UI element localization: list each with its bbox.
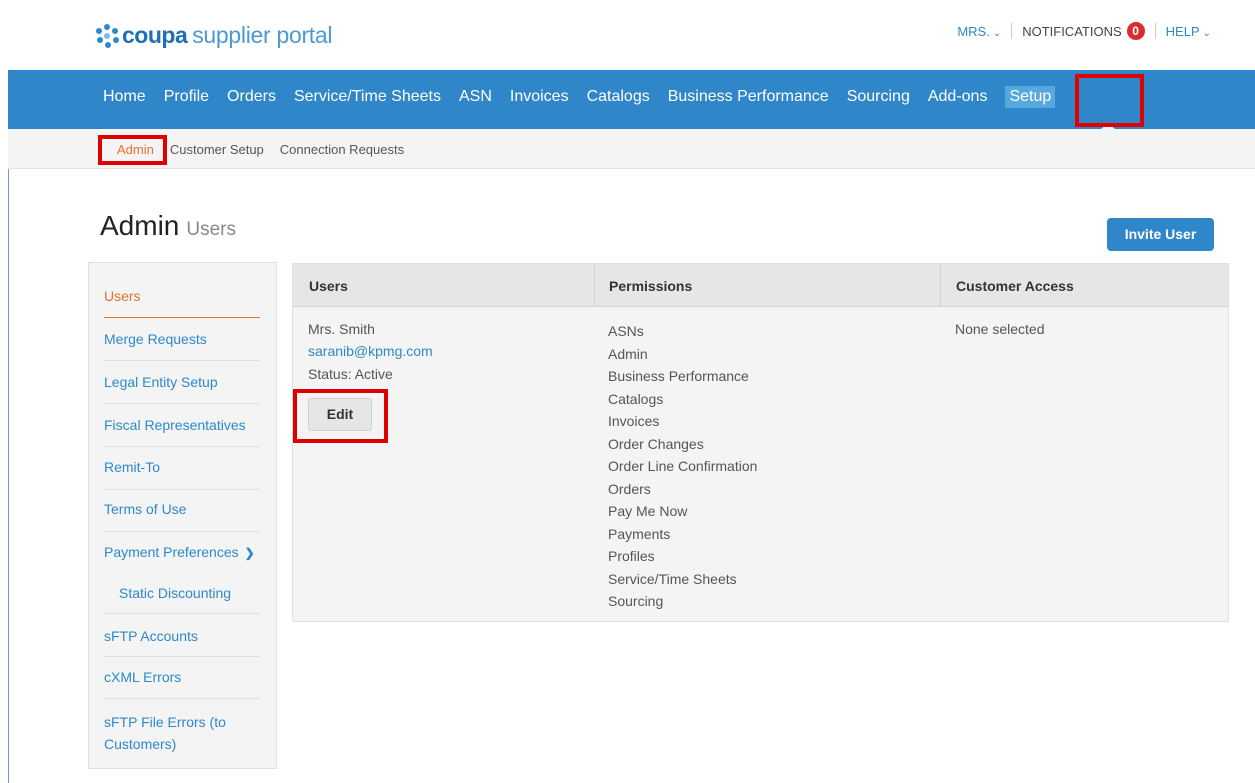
permission-item: Payments <box>608 525 671 542</box>
subnav-item-connection-requests[interactable]: Connection Requests <box>280 142 404 157</box>
page-title-main: Admin <box>100 210 180 241</box>
divider <box>1154 23 1156 39</box>
column-divider <box>594 264 595 307</box>
side-item-sftp-accounts[interactable]: sFTP Accounts <box>104 628 260 644</box>
help-menu[interactable]: HELP ⌄ <box>1166 24 1211 39</box>
side-item-payment-preferences-label: Payment Preferences <box>104 544 239 560</box>
permission-item: Business Performance <box>608 368 749 384</box>
customer-access-cell: None selected <box>955 321 1045 337</box>
permission-item: Invoices <box>608 413 660 429</box>
side-item-payment-preferences[interactable]: Payment Preferences ❯ <box>104 544 260 560</box>
side-item-legal-entity-setup[interactable]: Legal Entity Setup <box>104 374 260 390</box>
admin-highlight-box <box>98 135 167 165</box>
nav-item-asn[interactable]: ASN <box>459 88 492 108</box>
nav-item-invoices[interactable]: Invoices <box>510 88 569 108</box>
side-item-fiscal-representatives[interactable]: Fiscal Representatives <box>104 417 260 433</box>
brand-name: coupa <box>122 22 188 48</box>
nav-item-catalogs[interactable]: Catalogs <box>587 88 650 108</box>
divider <box>104 489 260 490</box>
nav-item-orders[interactable]: Orders <box>227 88 276 108</box>
coupa-logo[interactable]: coupa supplier portal <box>94 22 333 49</box>
divider <box>104 656 260 657</box>
permission-item: ASNs <box>608 323 644 339</box>
side-item-remit-to[interactable]: Remit-To <box>104 459 260 475</box>
side-item-merge-requests[interactable]: Merge Requests <box>104 331 260 347</box>
permission-item: Profiles <box>608 548 655 564</box>
divider <box>104 403 260 404</box>
users-table: Users Permissions Customer Access <box>292 263 1229 622</box>
edit-highlight-box <box>293 389 388 443</box>
divider <box>104 446 260 447</box>
nav-item-home[interactable]: Home <box>103 88 146 108</box>
top-bar: coupa supplier portal MRS. ⌄ NOTIFICATION… <box>8 0 1255 70</box>
side-item-sftp-file-errors[interactable]: sFTP File Errors (to Customers) <box>104 711 260 755</box>
side-item-static-discounting[interactable]: Static Discounting <box>119 585 275 601</box>
user-menu-label: MRS. <box>957 23 990 39</box>
invite-user-button[interactable]: Invite User <box>1107 218 1214 251</box>
page-title: Admin Users <box>100 210 236 242</box>
permission-item: Sourcing <box>608 593 664 609</box>
column-divider <box>940 264 941 307</box>
setup-highlight-box <box>1075 74 1144 127</box>
table-header: Users Permissions Customer Access <box>293 264 1228 307</box>
chevron-down-icon: ❯ <box>244 546 255 560</box>
side-item-users[interactable]: Users <box>104 288 260 304</box>
notifications-badge: 0 <box>1126 22 1145 40</box>
help-menu-label: HELP <box>1165 23 1200 39</box>
nav-item-sourcing[interactable]: Sourcing <box>847 88 910 108</box>
permission-item: Orders <box>608 480 651 497</box>
chevron-down-icon: ⌄ <box>1202 27 1211 39</box>
divider <box>104 360 260 361</box>
divider <box>104 317 260 318</box>
subnav-item-customer-setup[interactable]: Customer Setup <box>170 142 264 157</box>
column-header-users: Users <box>309 278 348 294</box>
side-item-cxml-errors[interactable]: cXML Errors <box>104 669 260 685</box>
side-menu: Users Merge Requests Legal Entity Setup … <box>88 262 277 769</box>
nav-item-add-ons[interactable]: Add-ons <box>928 88 988 108</box>
side-item-terms-of-use[interactable]: Terms of Use <box>104 501 260 517</box>
column-header-customer-access: Customer Access <box>956 278 1074 294</box>
permission-item: Order Changes <box>608 435 704 452</box>
divider <box>1011 23 1013 39</box>
main-nav: Home Profile Orders Service/Time Sheets … <box>8 70 1255 129</box>
sub-nav: Admin Customer Setup Connection Requests <box>8 129 1255 169</box>
chevron-down-icon: ⌄ <box>992 27 1002 39</box>
divider <box>104 531 260 532</box>
divider <box>104 613 260 614</box>
coupa-logo-icon <box>94 23 120 49</box>
nav-item-service-time-sheets[interactable]: Service/Time Sheets <box>294 88 441 108</box>
top-right-menu: MRS. ⌄ NOTIFICATIONS 0 HELP ⌄ <box>957 22 1211 40</box>
user-email-link[interactable]: saranib@kpmg.com <box>308 340 433 362</box>
notifications-label: NOTIFICATIONS <box>1022 23 1122 39</box>
page-title-sub: Users <box>186 219 236 240</box>
notifications-link[interactable]: NOTIFICATIONS 0 <box>1022 22 1145 40</box>
permission-item: Catalogs <box>608 390 664 407</box>
nav-item-setup[interactable]: Setup <box>1005 86 1056 108</box>
permission-item: Service/Time Sheets <box>608 570 737 587</box>
divider <box>104 698 260 699</box>
user-name: Mrs. Smith <box>308 321 375 337</box>
permission-item: Order Line Confirmation <box>608 458 758 474</box>
user-cell: Mrs. Smith saranib@kpmg.com Status: Acti… <box>308 318 433 385</box>
permissions-list: ASNs Admin Business Performance Catalogs… <box>608 320 757 613</box>
column-header-permissions: Permissions <box>609 278 693 294</box>
user-status: Status: Active <box>308 365 393 382</box>
nav-item-profile[interactable]: Profile <box>164 88 209 108</box>
permission-item: Pay Me Now <box>608 503 688 519</box>
permission-item: Admin <box>608 345 648 362</box>
brand-product: supplier portal <box>192 22 333 48</box>
user-menu[interactable]: MRS. ⌄ <box>957 24 1001 39</box>
nav-item-business-performance[interactable]: Business Performance <box>668 88 829 108</box>
